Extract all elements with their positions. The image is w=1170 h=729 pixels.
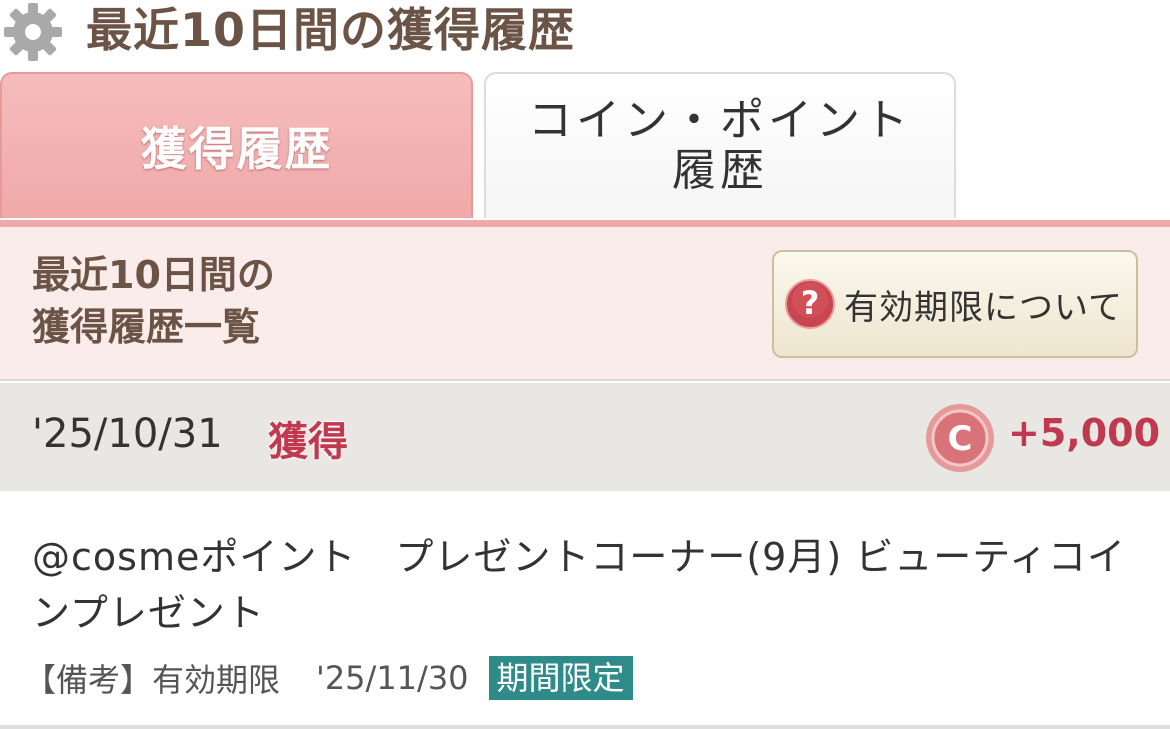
expiry-info-button[interactable]: ? 有効期限について bbox=[772, 250, 1138, 358]
entry-description: @cosmeポイント プレゼントコーナー(9月) ビューティコインプレゼント bbox=[32, 535, 1126, 635]
entry-header: '25/10/31 獲得 C +5,000 bbox=[0, 383, 1170, 491]
limited-period-badge: 期間限定 bbox=[488, 656, 633, 700]
tab-acquisition-history[interactable]: 獲得履歴 bbox=[0, 72, 473, 218]
page-header: 最近10日間の獲得履歴 bbox=[0, 0, 1170, 64]
entry-body: @cosmeポイント プレゼントコーナー(9月) ビューティコインプレゼント 【… bbox=[0, 491, 1170, 727]
section-title: 最近10日間の 獲得履歴一覧 bbox=[32, 253, 275, 349]
entry-date: '25/10/31 bbox=[32, 411, 223, 457]
svg-text:C: C bbox=[948, 419, 973, 459]
tab-divider bbox=[0, 220, 1170, 227]
coin-icon: C bbox=[926, 404, 994, 472]
expiry-button-label: 有効期限について bbox=[844, 287, 1123, 328]
section-header: 最近10日間の 獲得履歴一覧 ? 有効期限について bbox=[0, 227, 1170, 381]
entry-type: 獲得 bbox=[268, 419, 348, 465]
tab-label: コイン・ポイント履歴 bbox=[528, 95, 912, 196]
entry-amount: +5,000 bbox=[1008, 411, 1161, 455]
svg-text:?: ? bbox=[801, 284, 820, 322]
entry-note: 【備考】有効期限 '25/11/30 期間限定 bbox=[24, 655, 633, 701]
question-icon: ? bbox=[785, 279, 835, 329]
note-expiry-date: '25/11/30 bbox=[316, 659, 469, 697]
tab-coin-point-history[interactable]: コイン・ポイント履歴 bbox=[484, 72, 956, 218]
divider bbox=[0, 725, 1170, 729]
page-title: 最近10日間の獲得履歴 bbox=[86, 3, 576, 57]
note-label: 【備考】有効期限 bbox=[24, 661, 281, 699]
tab-label: 獲得履歴 bbox=[140, 122, 333, 176]
gear-icon bbox=[4, 3, 62, 61]
